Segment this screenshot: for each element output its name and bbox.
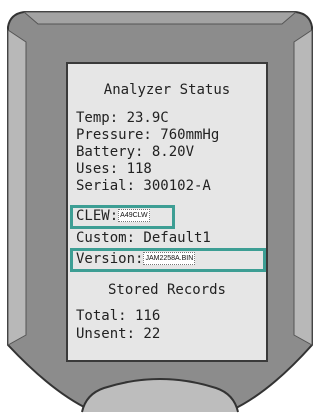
stored-records-heading: Stored Records: [107, 282, 226, 298]
temperature-readout: Temp: 23.9C: [76, 110, 169, 126]
battery-readout: Battery: 8.20V: [76, 144, 195, 160]
analyzer-device-view: Analyzer Status Temp: 23.9C Pressure: 76…: [0, 0, 321, 415]
screen-title: Analyzer Status: [103, 82, 231, 98]
clew-highlight-box: [70, 205, 175, 229]
serial-readout: Serial: 300102-A: [76, 178, 211, 194]
device-top-edge: [22, 11, 298, 25]
unsent-records-readout: Unsent: 22: [76, 326, 161, 342]
version-highlight-box: [70, 248, 266, 272]
device-right-bezel: [293, 29, 313, 346]
custom-readout: Custom: Default1: [76, 230, 211, 246]
total-records-readout: Total: 116: [76, 308, 161, 324]
pressure-readout: Pressure: 760mmHg: [76, 127, 220, 143]
uses-readout: Uses: 118: [76, 161, 152, 177]
device-left-bezel: [7, 29, 27, 346]
